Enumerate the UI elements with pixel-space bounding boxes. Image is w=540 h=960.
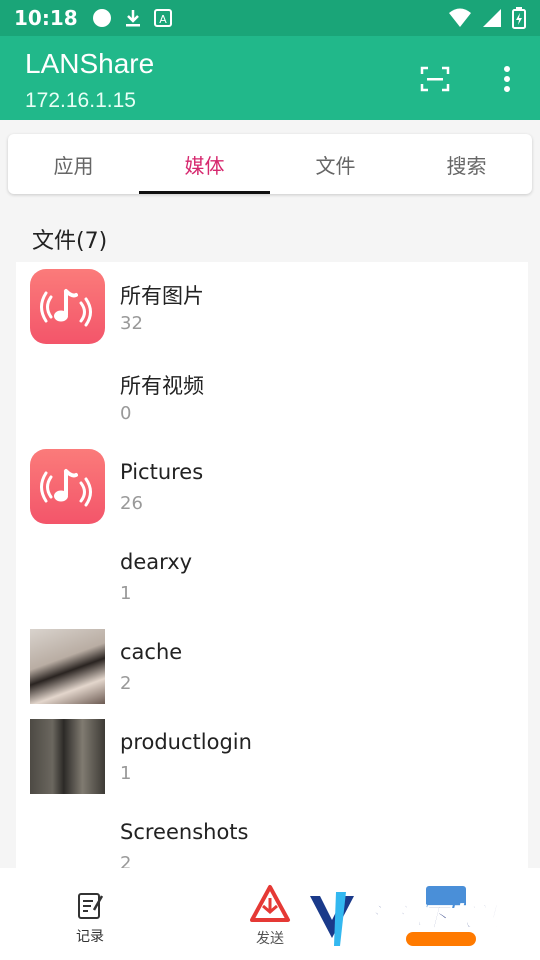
signal-icon xyxy=(483,9,501,27)
tab-media[interactable]: 媒体 xyxy=(139,134,270,194)
list-item[interactable]: cache 2 xyxy=(16,622,528,712)
watermark-text: 清源下载站 xyxy=(370,903,504,933)
status-right-icons xyxy=(448,7,526,29)
photo-thumbnail xyxy=(30,719,105,794)
watermark-subtext: 乐游网 xyxy=(480,935,519,950)
music-icon xyxy=(30,269,105,344)
battery-icon xyxy=(512,7,526,29)
item-name: 所有视频 xyxy=(120,374,204,398)
list-item[interactable]: dearxy 1 xyxy=(16,532,528,622)
list-item[interactable]: Pictures 26 xyxy=(16,442,528,532)
tab-search[interactable]: 搜索 xyxy=(401,134,532,194)
item-count: 26 xyxy=(120,493,143,514)
records-label: 记录 xyxy=(76,929,104,945)
wifi-icon xyxy=(449,8,471,27)
status-time: 10:18 xyxy=(14,6,78,30)
item-count: 0 xyxy=(120,403,132,424)
music-icon xyxy=(30,449,105,524)
item-count: 2 xyxy=(120,673,132,694)
item-name: 所有图片 xyxy=(120,284,204,308)
item-count: 1 xyxy=(120,583,132,604)
photo-thumbnail xyxy=(30,629,105,704)
item-count: 1 xyxy=(120,763,132,784)
tab-files[interactable]: 文件 xyxy=(270,134,401,194)
list-item[interactable]: Screenshots 2 xyxy=(16,802,528,868)
app-bar: LANShare 172.16.1.15 xyxy=(0,36,540,120)
list-item[interactable]: productlogin 1 xyxy=(16,712,528,802)
scan-icon[interactable] xyxy=(420,66,450,92)
tab-bar: 应用 媒体 文件 搜索 xyxy=(8,134,532,194)
bottom-nav: 记录 发送 清源下载站 乐游网 xyxy=(0,868,540,960)
media-list: 所有图片 32 所有视频 0 Pictures 26 dearxy 1 cach… xyxy=(16,262,528,868)
tab-apps[interactable]: 应用 xyxy=(8,134,139,194)
item-name: dearxy xyxy=(120,550,193,574)
records-button[interactable]: 记录 xyxy=(68,890,112,946)
item-name: Screenshots xyxy=(120,820,249,844)
list-item[interactable]: 所有图片 32 xyxy=(16,262,528,352)
section-title: 文件(7) xyxy=(32,229,108,254)
item-name: productlogin xyxy=(120,730,252,754)
list-item[interactable]: 所有视频 0 xyxy=(16,352,528,442)
item-name: cache xyxy=(120,640,183,664)
status-bar: 10:18 A xyxy=(0,0,540,36)
item-count: 32 xyxy=(120,313,143,334)
send-label: 发送 xyxy=(256,931,284,947)
item-count: 2 xyxy=(120,853,132,868)
circle-icon xyxy=(92,9,111,27)
watermark-logo: 清源下载站 乐游网 xyxy=(310,886,519,950)
status-left-icons: A xyxy=(92,8,172,28)
ip-address: 172.16.1.15 xyxy=(25,89,136,112)
a-badge-icon: A xyxy=(153,9,172,27)
send-icon xyxy=(250,885,290,922)
svg-text:A: A xyxy=(159,13,167,26)
download-icon xyxy=(125,10,140,27)
app-title: LANShare xyxy=(25,48,155,79)
item-name: Pictures xyxy=(120,460,204,484)
more-vert-icon[interactable] xyxy=(496,64,518,94)
records-icon xyxy=(78,893,104,919)
send-button[interactable]: 发送 xyxy=(246,884,294,948)
